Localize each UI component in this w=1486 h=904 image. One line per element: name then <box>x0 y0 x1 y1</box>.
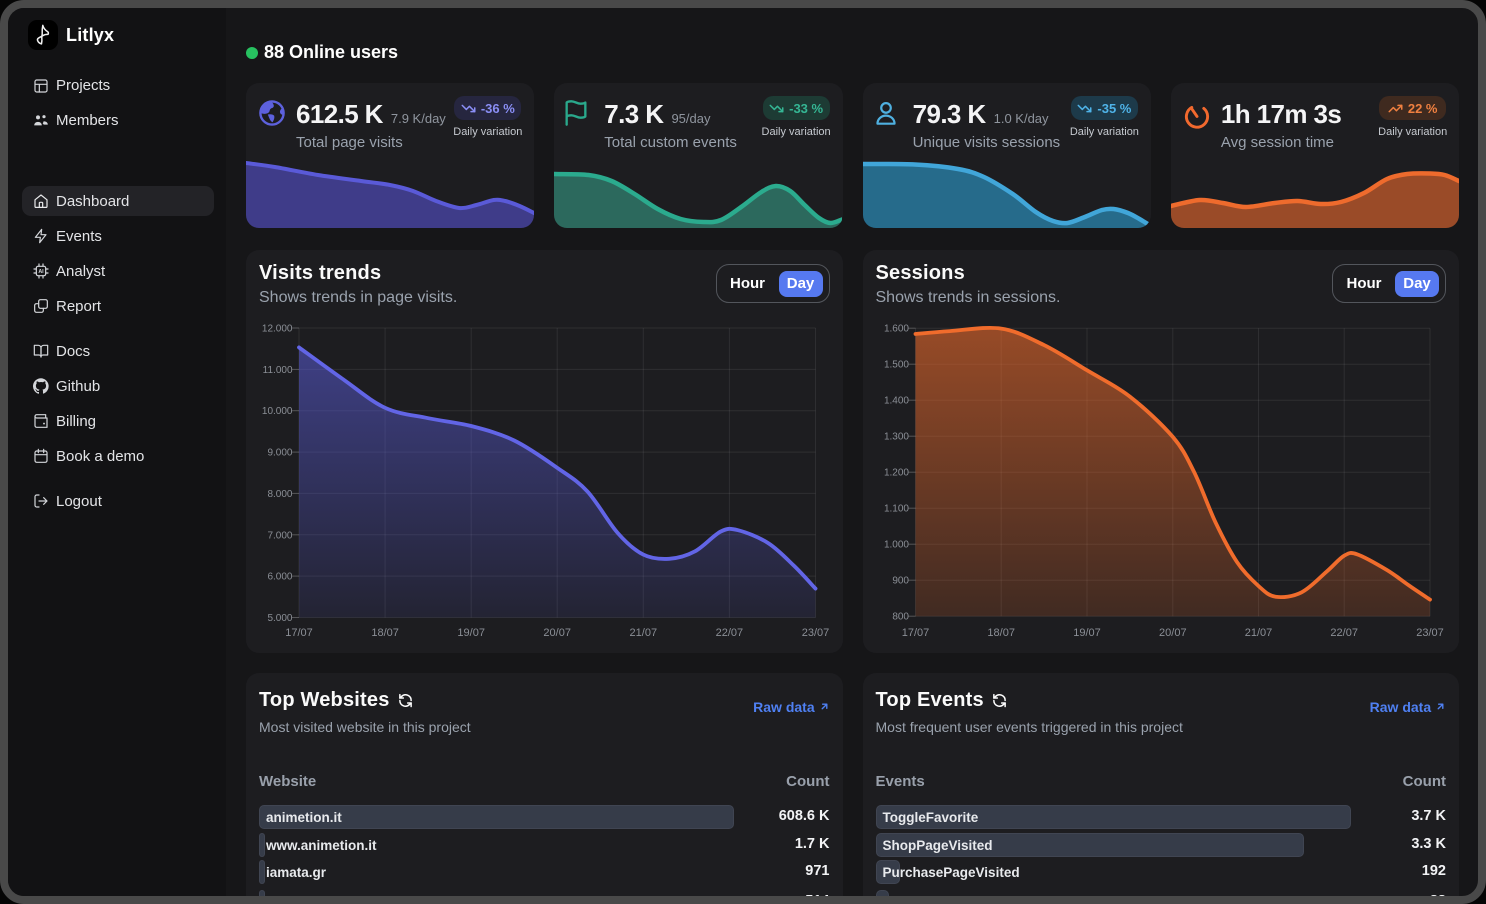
svg-text:21/07: 21/07 <box>1244 627 1272 639</box>
svg-text:AI: AI <box>38 269 44 275</box>
svg-text:1.400: 1.400 <box>883 396 908 407</box>
svg-text:6.000: 6.000 <box>267 572 292 583</box>
svg-text:22/07: 22/07 <box>1330 627 1358 639</box>
svg-text:22/07: 22/07 <box>716 627 744 639</box>
svg-text:12.000: 12.000 <box>262 324 293 335</box>
svg-text:1.600: 1.600 <box>883 324 908 335</box>
svg-text:23/07: 23/07 <box>802 627 830 639</box>
svg-text:9.000: 9.000 <box>267 448 292 459</box>
svg-text:18/07: 18/07 <box>371 627 399 639</box>
svg-text:1.000: 1.000 <box>883 540 908 551</box>
svg-text:8.000: 8.000 <box>267 489 292 500</box>
svg-text:1.100: 1.100 <box>883 504 908 515</box>
svg-text:800: 800 <box>892 612 909 623</box>
svg-text:1.200: 1.200 <box>883 468 908 479</box>
svg-text:21/07: 21/07 <box>630 627 658 639</box>
svg-text:1.300: 1.300 <box>883 432 908 443</box>
svg-text:17/07: 17/07 <box>901 627 929 639</box>
svg-text:900: 900 <box>892 576 909 587</box>
svg-text:19/07: 19/07 <box>457 627 485 639</box>
svg-text:23/07: 23/07 <box>1416 627 1444 639</box>
svg-text:7.000: 7.000 <box>267 530 292 541</box>
svg-text:11.000: 11.000 <box>263 365 293 376</box>
svg-text:10.000: 10.000 <box>262 406 293 417</box>
svg-text:1.500: 1.500 <box>883 360 908 371</box>
svg-text:20/07: 20/07 <box>543 627 571 639</box>
svg-text:17/07: 17/07 <box>285 627 313 639</box>
svg-text:5.000: 5.000 <box>267 613 292 624</box>
svg-text:19/07: 19/07 <box>1073 627 1101 639</box>
svg-text:18/07: 18/07 <box>987 627 1015 639</box>
svg-text:20/07: 20/07 <box>1159 627 1187 639</box>
